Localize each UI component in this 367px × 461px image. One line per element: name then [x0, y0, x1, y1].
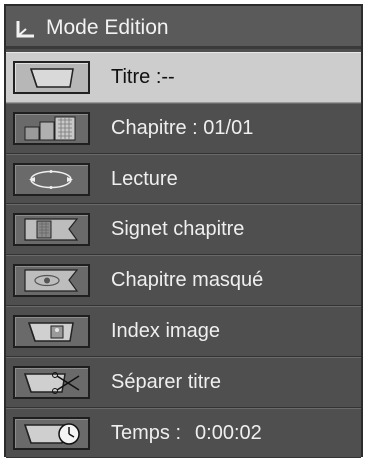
menu-item-time[interactable]: Temps : 0:00:02 [6, 407, 361, 459]
menu-item-title[interactable]: Titre :-- [6, 52, 361, 103]
menu-item-index-image[interactable]: Index image [6, 305, 361, 357]
chapter-marker-icon [13, 213, 90, 247]
menu-item-playback[interactable]: Lecture [6, 153, 361, 205]
title-folder-icon [13, 61, 90, 94]
hidden-chapter-icon [13, 264, 90, 298]
menu-title: Mode Edition [46, 16, 169, 39]
menu-item-label: Chapitre masqué [111, 269, 264, 292]
menu-item-label: Index image [111, 319, 220, 342]
menu-item-label: Titre :-- [111, 66, 175, 88]
play-loop-icon [13, 162, 90, 196]
menu-item-label: Lecture [111, 167, 178, 190]
l-corner-icon [16, 21, 34, 38]
time-label: Temps : [111, 421, 182, 444]
menu-list: Titre :-- Chapitre : 01/01 Lecture Signe… [6, 52, 361, 459]
menu-item-label: Séparer titre [111, 370, 222, 393]
menu-item-chapter-marker[interactable]: Signet chapitre [6, 204, 361, 256]
time-clock-icon [13, 416, 90, 450]
menu-item-label: Signet chapitre [111, 218, 245, 241]
menu-item-label: Temps : 0:00:02 [111, 422, 262, 445]
split-title-scissors-icon [13, 365, 90, 399]
menu-item-chapter[interactable]: Chapitre : 01/01 [6, 102, 361, 154]
menu-item-label: Chapitre : 01/01 [111, 116, 254, 139]
menu-item-hidden-chapter[interactable]: Chapitre masqué [6, 255, 361, 306]
time-value: 0:00:02 [195, 421, 262, 444]
edit-mode-menu: Mode Edition Titre :-- Chapitre : 01/01 … [4, 4, 363, 459]
menu-header: Mode Edition [6, 6, 361, 49]
menu-item-split-title[interactable]: Séparer titre [6, 356, 361, 408]
index-image-icon [13, 314, 90, 348]
chapter-blocks-icon [13, 111, 90, 145]
